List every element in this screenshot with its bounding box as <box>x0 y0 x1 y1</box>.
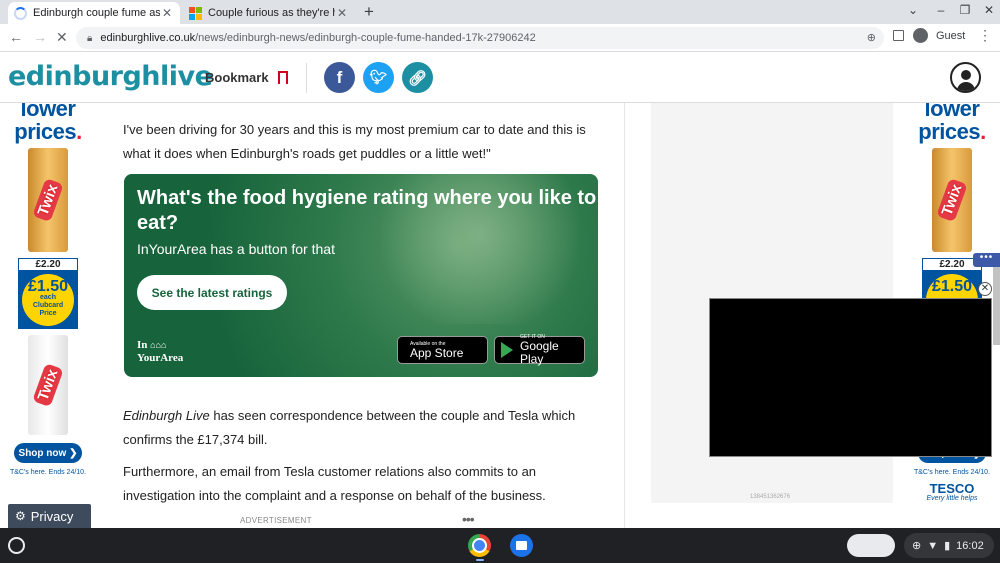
guest-avatar-icon[interactable] <box>913 28 928 43</box>
clock: 16:02 <box>956 539 984 552</box>
shop-now-button[interactable]: Shop now ❯ <box>14 443 82 463</box>
address-bar[interactable]: 🔒︎ edinburghlive.co.uk/news/edinburgh-ne… <box>76 27 884 49</box>
status-area[interactable]: ⊕ ▼ ▮ 16:02 <box>904 533 994 558</box>
tab-microsoft[interactable]: Couple furious as they're handed ✕ <box>183 2 355 24</box>
close-tab-icon[interactable]: ✕ <box>160 6 174 20</box>
files-icon[interactable] <box>510 534 533 557</box>
bookmark-button[interactable]: Bookmark <box>205 70 288 85</box>
page-scrollbar[interactable] <box>993 255 1000 345</box>
copy-link-icon[interactable]: 🔗︎ <box>402 62 433 93</box>
advertisement-label: ADVERTISEMENT <box>240 516 312 525</box>
close-tab-icon[interactable]: ✕ <box>335 6 349 20</box>
forward-icon[interactable]: → <box>33 29 47 45</box>
loading-spinner-icon <box>14 6 27 20</box>
menu-icon[interactable]: ⋮ <box>978 27 992 44</box>
promo-subline: InYourArea has a button for that <box>137 241 335 257</box>
lock-icon: 🔒︎ <box>87 32 93 44</box>
ad-headline: lower prices. <box>918 103 986 144</box>
article-paragraph: Edinburgh Live has seen correspondence b… <box>123 408 576 447</box>
launcher-icon[interactable] <box>8 537 25 554</box>
gear-icon: ⚙︎ <box>15 509 26 523</box>
battery-icon: ▮ <box>944 540 951 552</box>
ad-slot-id: 138451362676 <box>750 494 791 500</box>
new-tab-button[interactable]: + <box>364 2 374 22</box>
google-play-icon <box>501 342 513 358</box>
regular-price: £2.20 <box>18 258 78 271</box>
twix-white-bar-image: Twix <box>28 335 68 435</box>
site-header: edinburghlive Bookmark f 🐦︎ 🔗︎ <box>0 53 1000 103</box>
stop-icon[interactable]: ✕ <box>56 29 68 46</box>
bookmark-label: Bookmark <box>205 70 269 85</box>
microsoft-logo-icon <box>189 6 202 20</box>
browser-toolbar: ← → ✕ 🔒︎ edinburghlive.co.uk/news/edinbu… <box>0 24 1000 52</box>
app-store-badge[interactable]: Available on the App Store <box>397 336 488 364</box>
bookmark-icon <box>277 71 288 84</box>
restore-icon[interactable]: ❐ <box>952 3 978 17</box>
wifi-icon: ▼ <box>927 539 939 552</box>
header-divider <box>306 63 307 93</box>
ad-options-icon[interactable]: ••• <box>973 253 1000 267</box>
twitter-share-icon[interactable]: 🐦︎ <box>363 62 394 93</box>
terms-link[interactable]: T&C's here. Ends 24/10. <box>908 469 996 476</box>
tab-title: Couple furious as they're handed <box>208 7 335 19</box>
terms-link[interactable]: T&C's here. Ends 24/10. <box>4 469 92 476</box>
article-paragraph: Furthermore, an email from Tesla custome… <box>123 464 546 503</box>
tesco-logo: TESCO Every little helps <box>926 481 978 502</box>
privacy-label: Privacy <box>30 508 74 524</box>
tab-edinburgh-live[interactable]: Edinburgh couple fume as they are handed… <box>8 2 180 24</box>
article-paragraph: I've been driving for 30 years and this … <box>123 122 586 161</box>
column-divider <box>624 103 625 528</box>
google-play-badge[interactable]: GET IT ON Google Play <box>494 334 585 366</box>
url-host: edinburghlive.co.uk <box>100 32 196 44</box>
url-path: /news/edinburgh-news/edinburgh-couple-fu… <box>195 32 536 44</box>
os-shelf: ⊕ ▼ ▮ 16:02 <box>0 528 1000 563</box>
profile-label[interactable]: Guest <box>936 30 965 42</box>
video-close-icon[interactable]: ✕ <box>978 282 992 296</box>
facebook-share-icon[interactable]: f <box>324 62 355 93</box>
zoom-icon[interactable]: ⊕ <box>867 31 876 44</box>
inyourarea-logo: In ⌂⌂⌂ YourArea <box>137 339 184 364</box>
twix-bar-image: Twix <box>932 148 972 252</box>
chrome-icon[interactable] <box>468 534 491 557</box>
minimize-icon[interactable]: – <box>928 3 954 17</box>
tab-search-icon[interactable]: ⌄ <box>900 3 926 17</box>
close-window-icon[interactable]: ✕ <box>976 3 1000 17</box>
twix-bar-image: Twix <box>28 148 68 252</box>
clubcard-price-badge: £1.50 each Clubcard Price <box>18 271 78 329</box>
publication-name: Edinburgh Live <box>123 408 210 423</box>
floating-video-player[interactable] <box>709 298 992 457</box>
left-side-ad[interactable]: lower prices. Twix £2.20 £1.50 each Clubca… <box>4 103 92 528</box>
add-icon: ⊕ <box>912 540 922 552</box>
site-logo[interactable]: edinburghlive <box>8 61 213 92</box>
ad-headline: lower prices. <box>14 103 82 144</box>
active-app-indicator <box>476 559 484 561</box>
promo-headline: What's the food hygiene rating where you… <box>137 187 597 234</box>
more-options-icon[interactable]: ••• <box>462 511 475 527</box>
tab-title: Edinburgh couple fume as they are handed <box>33 7 160 19</box>
side-panel-icon[interactable] <box>893 30 904 41</box>
privacy-button[interactable]: ⚙︎ Privacy <box>8 504 91 528</box>
account-icon[interactable] <box>950 62 981 93</box>
holding-space-icon[interactable] <box>847 534 895 557</box>
tab-strip: Edinburgh couple fume as they are handed… <box>0 0 1000 24</box>
back-icon[interactable]: ← <box>9 29 23 45</box>
inyourarea-promo: What's the food hygiene rating where you… <box>124 174 598 377</box>
see-ratings-button[interactable]: See the latest ratings <box>137 275 287 310</box>
